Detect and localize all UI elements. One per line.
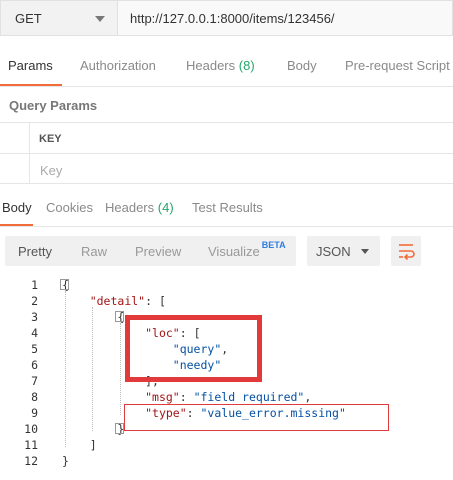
section-title: Query Params (9, 98, 98, 113)
tab-label: Test Results (192, 200, 263, 215)
format-label: JSON (316, 244, 351, 259)
line-number: 3 (31, 310, 38, 324)
tab-label: Cookies (46, 200, 93, 215)
tab-label: Pre-request Script (345, 58, 450, 73)
code-line: "detail": [ (62, 294, 166, 308)
wrap-lines-icon (399, 244, 415, 261)
line-number: 1 (31, 278, 38, 292)
annotation-box-loc (125, 315, 262, 382)
tab-label: Headers (105, 200, 155, 215)
tab-label: Params (8, 58, 53, 73)
key-input[interactable]: Key (40, 163, 62, 178)
key-column-header: KEY (39, 133, 62, 145)
line-number: 6 (31, 358, 38, 372)
json-punctuation: , (304, 390, 312, 404)
method-select[interactable]: GET (0, 0, 118, 36)
json-punctuation (62, 390, 145, 404)
tab-response-headers[interactable]: Headers (4) (105, 200, 174, 215)
format-select[interactable]: JSON (307, 236, 380, 266)
indent-guide (65, 291, 66, 447)
tab-count: (4) (157, 200, 174, 215)
fold-icon[interactable] (60, 279, 69, 290)
json-key: "detail" (89, 294, 146, 308)
response-tabs: Body Cookies Headers (4) Test Results (0, 200, 453, 226)
line-number: 2 (31, 294, 38, 308)
visualize-label: Visualize (208, 244, 260, 259)
tab-label: Headers (186, 58, 236, 73)
query-params-table: KEY Key (0, 122, 453, 184)
tab-label: Body (2, 200, 32, 215)
divider (0, 86, 453, 87)
line-number: 9 (31, 406, 38, 420)
code-line: ] (62, 438, 97, 452)
tab-pre-request-script[interactable]: Pre-request Script (345, 58, 450, 73)
divider (0, 226, 453, 227)
beta-badge: BETA (261, 240, 286, 250)
view-mode-group: Pretty Raw Preview Visualize BETA (5, 236, 296, 266)
fold-icon[interactable] (115, 423, 124, 434)
fold-icon[interactable] (115, 311, 124, 322)
json-string: "field required" (193, 390, 305, 404)
json-punctuation (62, 294, 90, 308)
view-preview-button[interactable]: Preview (135, 244, 181, 259)
tab-cookies[interactable]: Cookies (46, 200, 93, 215)
line-number: 8 (31, 390, 38, 404)
line-number: 12 (24, 454, 38, 468)
method-label: GET (15, 10, 42, 26)
caret-down-icon (95, 16, 105, 22)
line-number: 5 (31, 342, 38, 356)
tab-headers[interactable]: Headers (8) (186, 58, 255, 73)
tab-label: Body (287, 58, 317, 73)
code-line: "msg": "field required", (62, 390, 311, 404)
line-number: 7 (31, 374, 38, 388)
json-punctuation: } (62, 454, 69, 468)
json-punctuation: : [ (145, 294, 166, 308)
view-visualize-button[interactable]: Visualize BETA (208, 240, 286, 259)
view-pretty-button[interactable]: Pretty (18, 244, 52, 259)
json-punctuation: : (179, 390, 194, 404)
indent-guide (120, 323, 121, 415)
tab-test-results[interactable]: Test Results (192, 200, 263, 215)
annotation-box-type (124, 404, 389, 431)
line-number: 4 (31, 326, 38, 340)
tab-count: (8) (238, 58, 255, 73)
request-tabs: Params Authorization Headers (8) Body Pr… (0, 58, 453, 86)
tab-label: Authorization (80, 58, 156, 73)
caret-down-icon (361, 249, 369, 254)
url-text: http://127.0.0.1:8000/items/123456/ (130, 10, 335, 26)
url-input[interactable]: http://127.0.0.1:8000/items/123456/ (118, 0, 453, 36)
indent-guide (92, 307, 93, 431)
line-number: 11 (24, 438, 38, 452)
tab-params[interactable]: Params (8, 58, 53, 73)
tab-body[interactable]: Body (287, 58, 317, 73)
view-raw-button[interactable]: Raw (81, 244, 107, 259)
tab-authorization[interactable]: Authorization (80, 58, 156, 73)
code-line: } (62, 454, 69, 468)
json-punctuation: ] (62, 438, 97, 452)
line-number: 10 (24, 422, 38, 436)
table-divider (0, 153, 453, 154)
json-key: "msg" (145, 390, 180, 404)
tab-response-body[interactable]: Body (2, 200, 32, 215)
wrap-lines-button[interactable] (391, 236, 421, 266)
